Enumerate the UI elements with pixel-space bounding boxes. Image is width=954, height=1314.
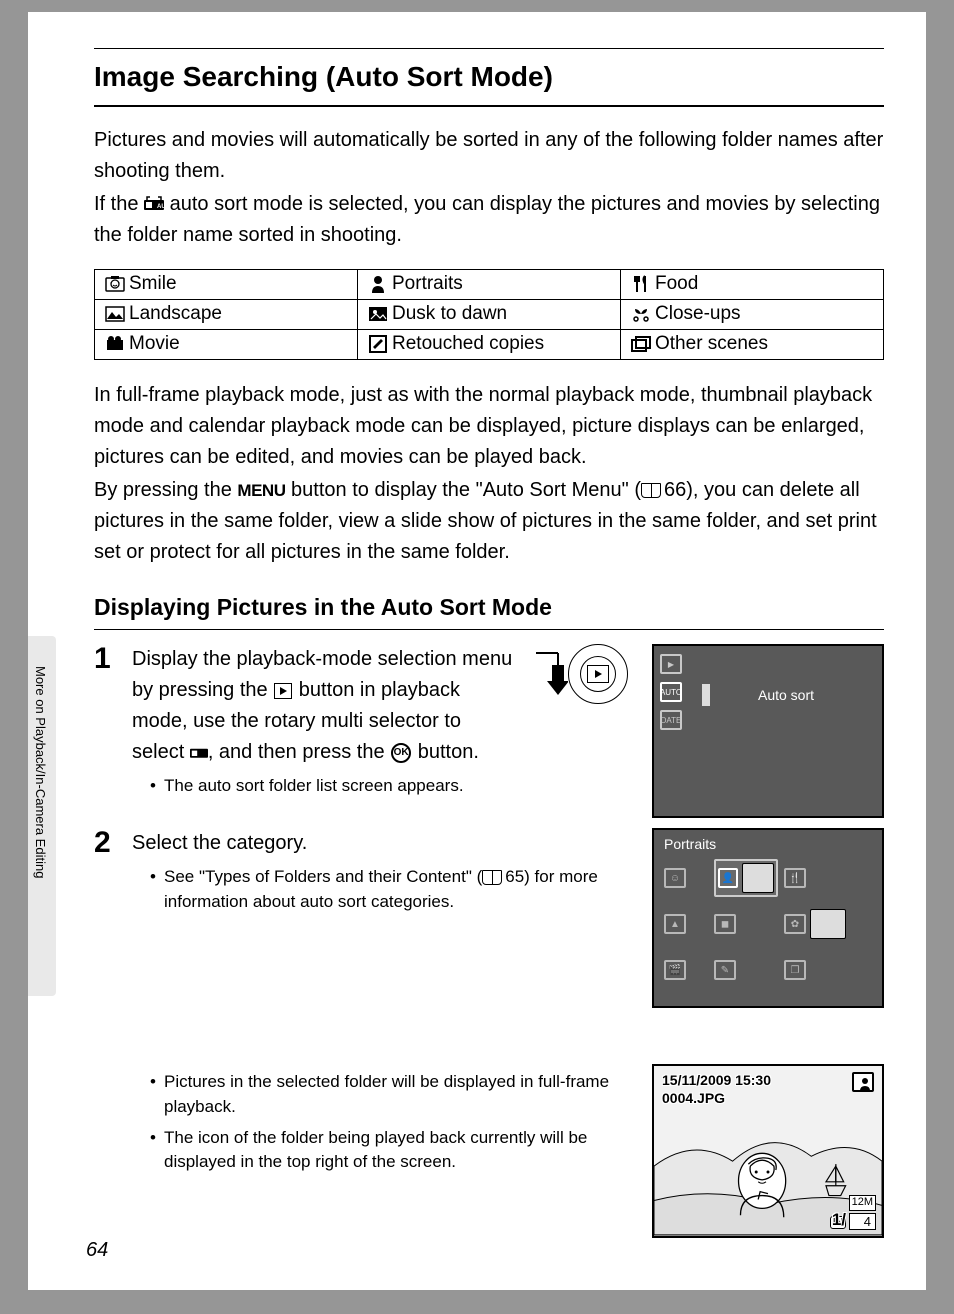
ok-button-icon: OK [391,743,411,763]
lcd-title: Portraits [664,836,716,852]
auto-sort-icon: AUTO [144,189,164,220]
page-ref: 66 [664,479,686,501]
cell-other: Other scenes [621,330,884,360]
closeups-icon [631,305,651,323]
cell-landscape: Landscape [95,300,358,330]
cell-closeups: Close-ups [621,300,884,330]
food-icon [631,275,651,293]
resolution-badges: 12M 4 [849,1195,876,1230]
step-1: 1 Display the playback-mode selection me… [94,644,884,818]
menu-button-label: MENU [237,481,285,500]
label: Food [655,273,698,294]
step-2: 2 Select the category. See "Types of Fol… [94,828,884,1238]
cell-movie: Movie [95,330,358,360]
step-2-text: Select the category. [132,828,636,859]
playback-button-icon [274,683,292,699]
side-tab-label: More on Playback/In-Camera Editing [33,666,48,878]
cell-smile: Smile [95,270,358,300]
portraits-icon [368,275,388,293]
auto-sort-icon [190,741,208,763]
label: Portraits [392,273,463,294]
portraits-icon: 👤 [718,868,738,888]
page-title: Image Searching (Auto Sort Mode) [94,61,884,93]
smile-icon [105,275,125,293]
rule [94,105,884,107]
label: Dusk to dawn [392,303,507,324]
text: auto sort mode is selected, you can disp… [94,193,880,246]
page-ref: 65 [505,867,524,886]
text: See "Types of Folders and their Content"… [164,867,482,886]
date-mode-icon: DATE [660,710,682,730]
step-2-bullet-2: Pictures in the selected folder will be … [150,1070,636,1119]
res-badge: 12M [849,1195,876,1210]
arrow-down-icon [530,645,568,703]
closeups-icon: ✿ [784,914,806,934]
text: , and then press the [208,741,390,763]
other-icon [631,335,651,353]
label: Close-ups [655,303,741,324]
landscape-icon: ▲ [664,914,686,934]
cell-dusk: Dusk to dawn [358,300,621,330]
folder-category-table: Smile Portraits Food Landscape Dusk to d… [94,269,884,360]
thumbnail [742,863,774,893]
step-number: 2 [94,828,122,1238]
step-1-text: Display the playback-mode selection menu… [132,644,514,768]
intro-paragraph-1: Pictures and movies will automatically b… [94,125,884,187]
section-heading: Displaying Pictures in the Auto Sort Mod… [94,594,884,621]
thumbnail [810,909,846,939]
other-icon: ❐ [784,960,806,980]
step-number: 1 [94,644,122,818]
lcd-playback-preview: 15/11/2009 15:30 0004.JPG [652,1064,884,1238]
label: Movie [129,333,180,354]
play-mode-icon: ▶ [660,654,682,674]
mid-paragraph-1: In full-frame playback mode, just as wit… [94,380,884,473]
movie-icon [105,335,125,353]
label: Landscape [129,303,222,324]
retouched-icon: ✎ [714,960,736,980]
label: Smile [129,273,177,294]
lcd-auto-sort-menu: ▶ AUTO DATE Auto sort [652,644,884,818]
step-1-bullet: The auto sort folder list screen appears… [150,774,514,799]
page-number: 64 [86,1239,108,1262]
intro-paragraph-2: If the AUTO auto sort mode is selected, … [94,189,884,251]
text: button. [412,741,479,763]
page-ref-icon [641,483,664,498]
count-badge: 4 [849,1213,876,1231]
timestamp: 15/11/2009 15:30 [662,1072,771,1088]
svg-text:AUTO: AUTO [157,204,164,210]
cell-retouched: Retouched copies [358,330,621,360]
auto-sort-label: Auto sort [702,684,862,706]
page-ref-icon [482,870,505,885]
step-2-bullet-1: See "Types of Folders and their Content"… [150,865,636,914]
image-counter: 1/ [832,1210,846,1230]
retouched-icon [368,335,388,353]
food-icon: 🍴 [784,868,806,888]
smile-icon: ☺ [664,868,686,888]
label: Other scenes [655,333,768,354]
mid-paragraph-2: By pressing the MENU button to display t… [94,475,884,568]
rule [94,48,884,49]
landscape-icon [105,305,125,323]
filename: 0004.JPG [662,1090,725,1106]
text: button to display the "Auto Sort Menu" ( [285,479,641,501]
lcd-category-grid: Portraits ☺ 👤 🍴 ▲ ◼ ✿ 🎬 ✎ ❐ [652,828,884,1008]
manual-page: More on Playback/In-Camera Editing 64 Im… [28,12,926,1290]
folder-indicator-icon [852,1072,874,1092]
text: By pressing the [94,479,237,501]
step-2-bullet-3: The icon of the folder being played back… [150,1126,636,1175]
rule [94,629,884,630]
dial-illustration [530,644,628,704]
label: Retouched copies [392,333,544,354]
auto-sort-mode-icon: AUTO [660,682,682,702]
dusk-icon [368,305,388,323]
dusk-icon: ◼ [714,914,736,934]
movie-icon: 🎬 [664,960,686,980]
cell-food: Food [621,270,884,300]
cell-portraits: Portraits [358,270,621,300]
play-icon [587,665,609,683]
text: If the [94,193,144,215]
